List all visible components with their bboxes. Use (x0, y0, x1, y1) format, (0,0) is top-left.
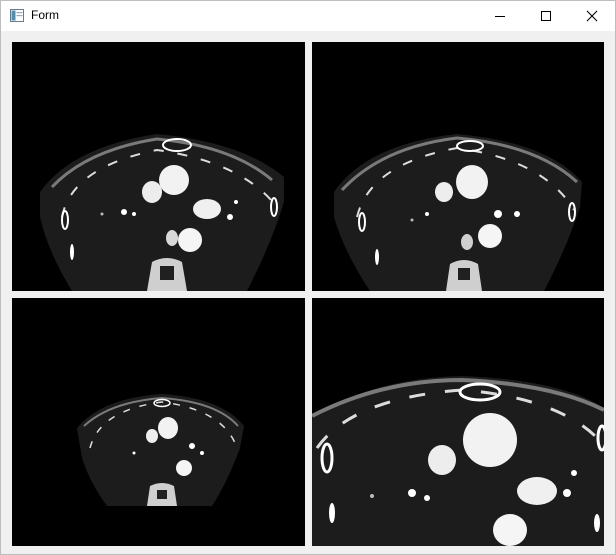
viewport-bottom-left[interactable] (12, 298, 305, 546)
form-window: Form (0, 0, 616, 555)
ct-slice-image (312, 376, 604, 546)
viewport-top-left[interactable] (12, 42, 305, 291)
window-title: Form (31, 8, 59, 22)
title-bar[interactable]: Form (1, 1, 615, 31)
close-icon (586, 10, 598, 22)
client-area (1, 31, 615, 554)
close-button[interactable] (569, 1, 615, 31)
viewport-top-right[interactable] (312, 42, 604, 291)
viewport-bottom-right[interactable] (312, 298, 604, 546)
ct-slice-image (334, 134, 582, 291)
maximize-button[interactable] (523, 1, 569, 31)
ct-slice-image (40, 134, 284, 291)
maximize-icon (541, 11, 551, 21)
form-app-icon (10, 9, 24, 22)
minimize-icon (495, 16, 505, 17)
ct-slice-image (77, 394, 244, 506)
minimize-button[interactable] (477, 1, 523, 31)
